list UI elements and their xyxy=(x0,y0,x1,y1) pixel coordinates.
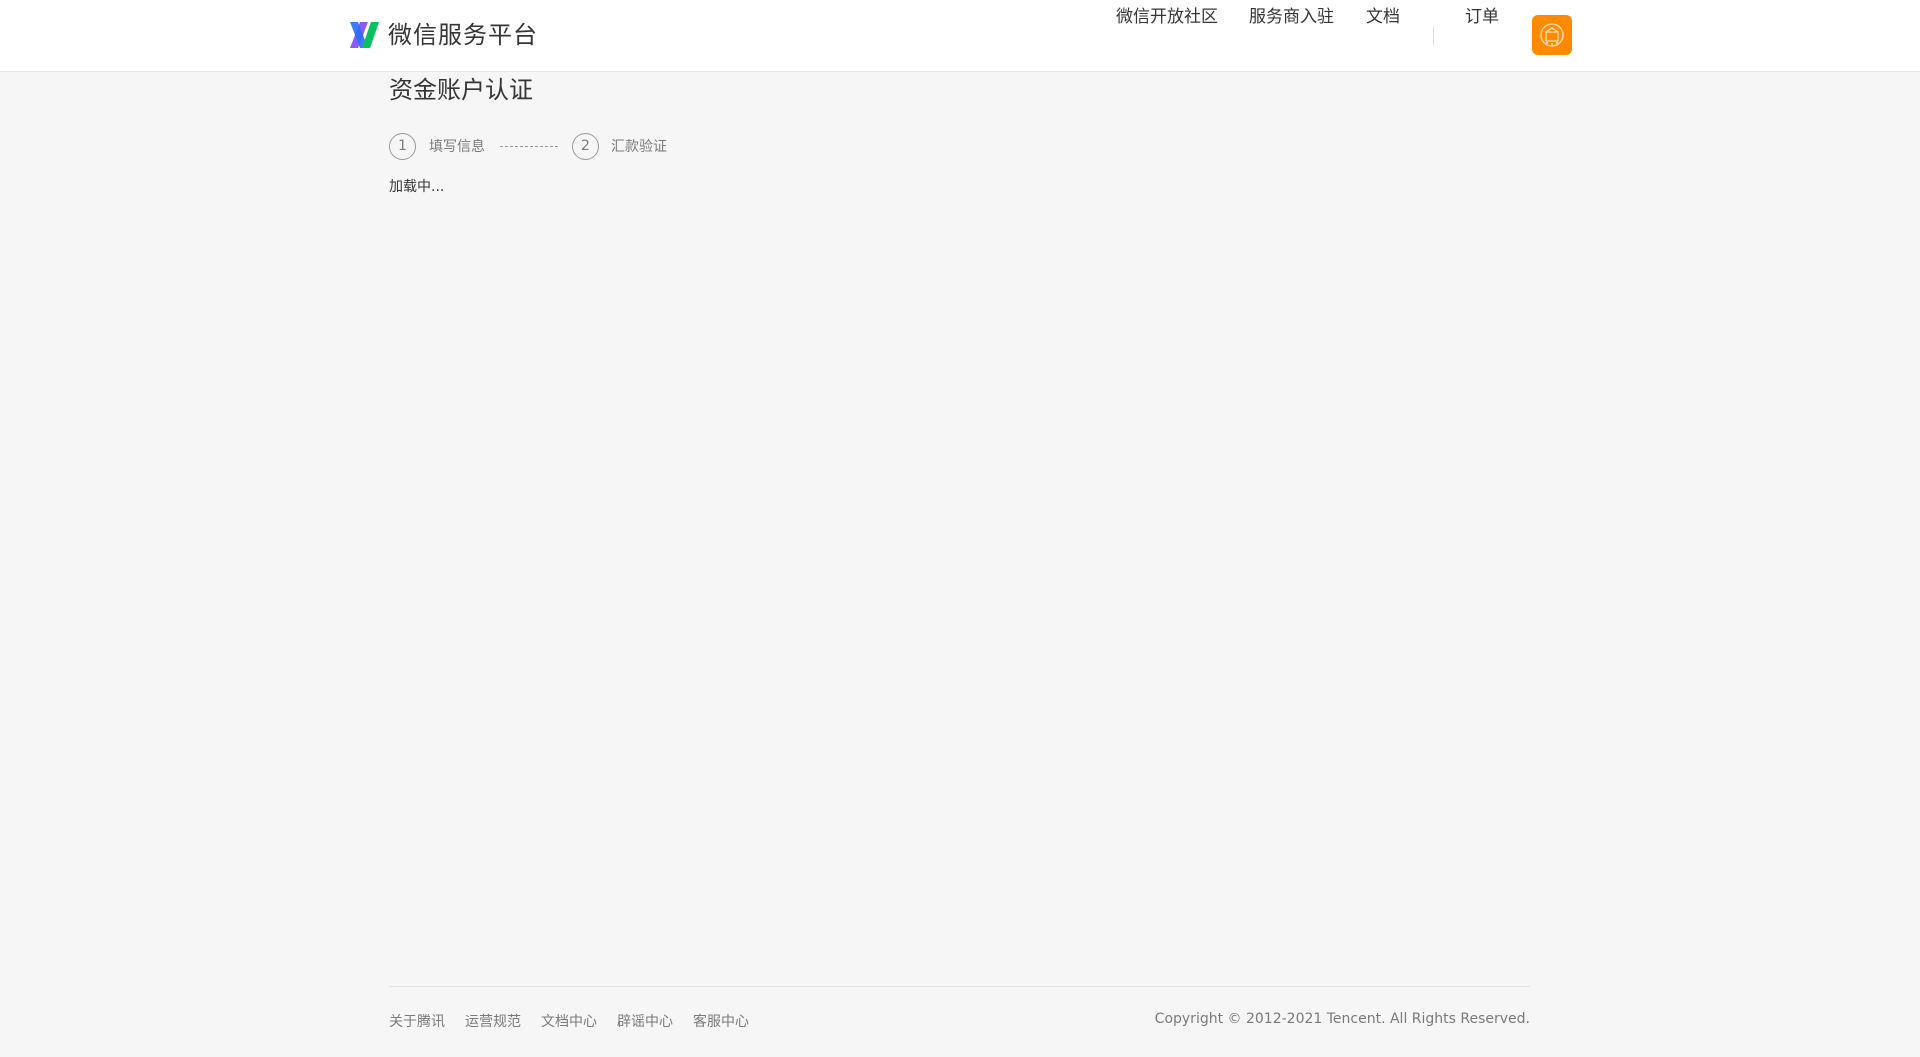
avatar-illustration-icon xyxy=(1540,23,1564,47)
copyright-text: Copyright © 2012-2021 Tencent. All Right… xyxy=(1154,1011,1530,1027)
nav-orders-link[interactable]: 订单 xyxy=(1465,6,1499,28)
footer-link-docs[interactable]: 文档中心 xyxy=(541,1012,597,1032)
footer-link-rumor[interactable]: 辟谣中心 xyxy=(617,1012,673,1032)
step-1-number: 1 xyxy=(389,133,416,160)
nav-merchant-link[interactable]: 服务商入驻 xyxy=(1249,6,1334,28)
step-connector xyxy=(500,146,558,147)
step-2-number: 2 xyxy=(572,133,599,160)
logo-text: 微信服务平台 xyxy=(388,21,538,49)
footer-link-rules[interactable]: 运营规范 xyxy=(465,1012,521,1032)
footer-link-about[interactable]: 关于腾讯 xyxy=(389,1012,445,1032)
nav-community-link[interactable]: 微信开放社区 xyxy=(1116,6,1218,28)
step-2-label: 汇款验证 xyxy=(611,139,667,155)
wechat-service-logo-icon xyxy=(350,22,379,48)
logo-link[interactable]: 微信服务平台 xyxy=(348,18,538,52)
step-indicator: 1 填写信息 2 汇款验证 xyxy=(389,133,789,161)
footer-divider xyxy=(389,986,1530,987)
footer-link-service[interactable]: 客服中心 xyxy=(693,1012,749,1032)
top-header: 微信服务平台 微信开放社区 服务商入驻 文档 订单 xyxy=(0,0,1920,72)
nav-docs-link[interactable]: 文档 xyxy=(1366,6,1400,28)
loading-text: 加载中... xyxy=(389,179,445,195)
user-avatar[interactable] xyxy=(1532,15,1572,55)
page-title: 资金账户认证 xyxy=(389,76,533,104)
step-1-label: 填写信息 xyxy=(429,139,485,155)
nav-divider xyxy=(1433,27,1434,45)
